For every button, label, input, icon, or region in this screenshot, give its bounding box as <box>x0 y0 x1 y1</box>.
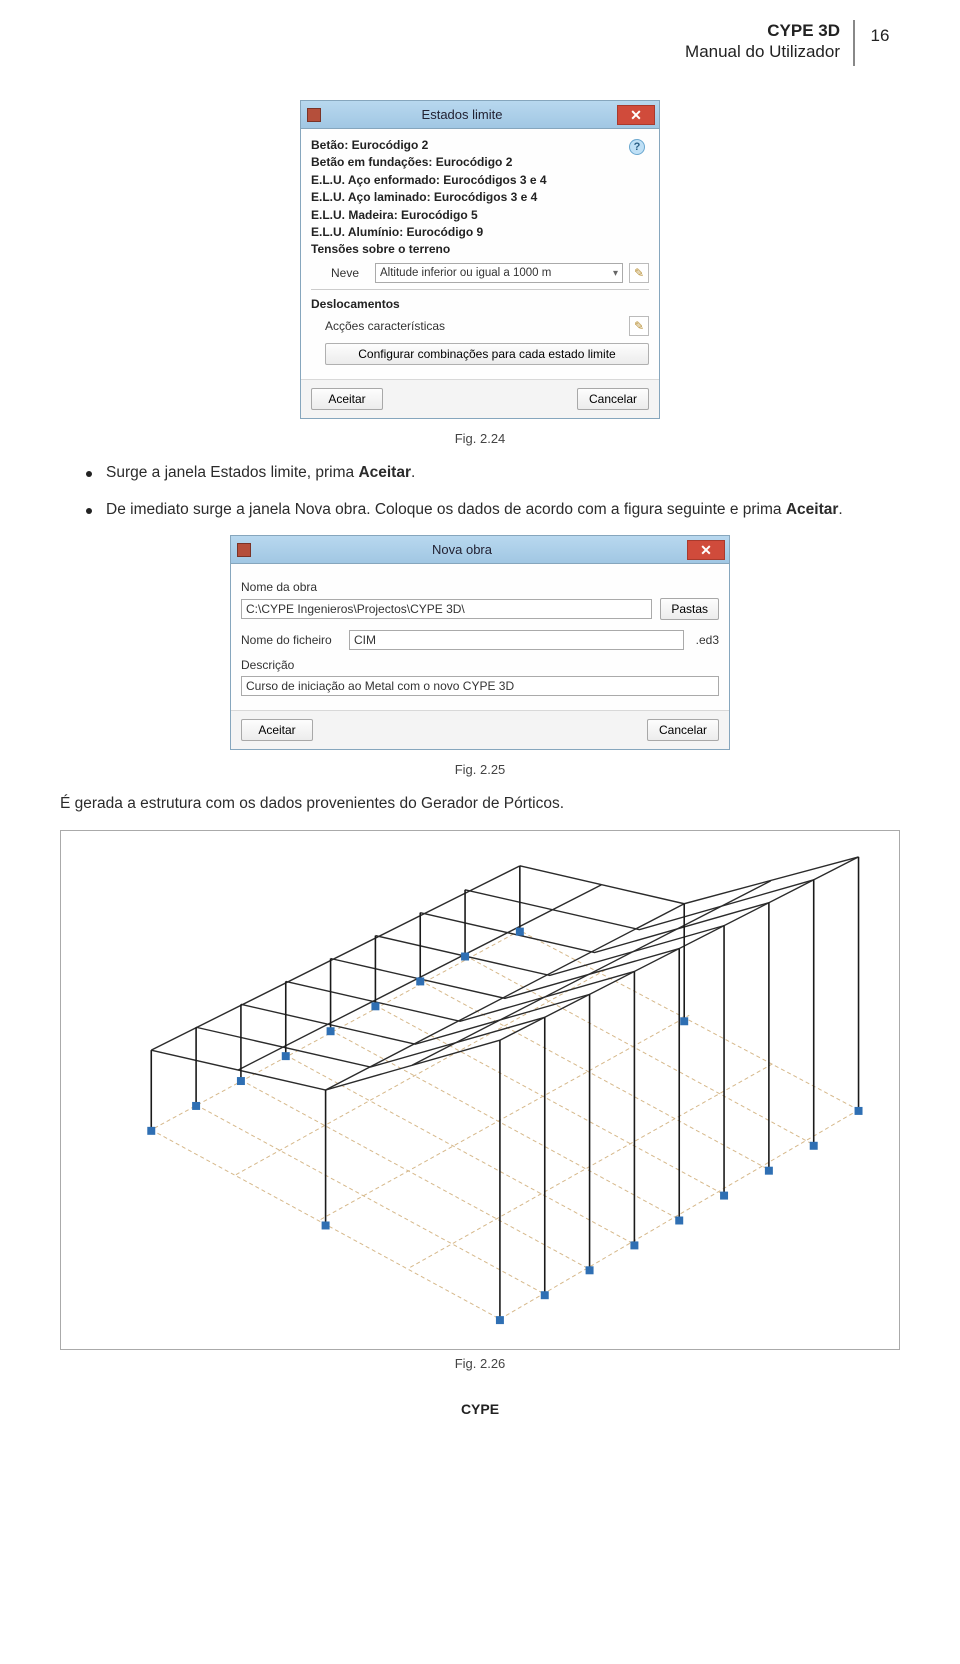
dialog-estados-limite: Estados limite ✕ ? Betão: Eurocódigo 2 B… <box>300 100 660 419</box>
line-aco-enf: E.L.U. Aço enformado: Eurocódigos 3 e 4 <box>311 172 649 189</box>
bullet-text: De imediato surge a janela Nova obra. Co… <box>106 499 843 521</box>
file-extension: .ed3 <box>696 633 719 647</box>
page-header: CYPE 3D Manual do Utilizador 16 <box>60 20 900 80</box>
titlebar: Estados limite ✕ <box>301 101 659 129</box>
accept-button[interactable]: Aceitar <box>311 388 383 410</box>
dialog-body: Nome da obra C:\CYPE Ingenieros\Projecto… <box>231 564 729 710</box>
dialog-button-row: Aceitar Cancelar <box>301 379 659 418</box>
bullet-icon <box>86 471 92 477</box>
paragraph: É gerada a estrutura com os dados proven… <box>60 793 900 815</box>
line-betao: Betão: Eurocódigo 2 <box>311 137 649 154</box>
pastas-button[interactable]: Pastas <box>660 598 719 620</box>
dialog-body: ? Betão: Eurocódigo 2 Betão em fundações… <box>301 129 659 379</box>
header-divider <box>853 20 855 66</box>
nome-ficheiro-input[interactable]: CIM <box>349 630 684 650</box>
bullet-icon <box>86 508 92 514</box>
neve-select[interactable]: Altitude inferior ou igual a 1000 m <box>375 263 623 283</box>
neve-row: Neve Altitude inferior ou igual a 1000 m… <box>331 263 649 283</box>
bullet-1: Surge a janela Estados limite, prima Ace… <box>86 462 900 484</box>
accoes-label: Acções características <box>325 319 445 333</box>
line-madeira: E.L.U. Madeira: Eurocódigo 5 <box>311 207 649 224</box>
titlebar: Nova obra ✕ <box>231 536 729 564</box>
close-icon[interactable]: ✕ <box>687 540 725 560</box>
nome-ficheiro-label: Nome do ficheiro <box>241 633 341 647</box>
bullet-text: Surge a janela Estados limite, prima Ace… <box>106 462 415 484</box>
edit-icon[interactable]: ✎ <box>629 263 649 283</box>
line-betao-fund: Betão em fundações: Eurocódigo 2 <box>311 154 649 171</box>
descricao-label: Descrição <box>241 658 719 672</box>
dialog-title: Estados limite <box>327 107 617 122</box>
config-combinations-button[interactable]: Configurar combinações para cada estado … <box>325 343 649 365</box>
app-icon <box>307 108 321 122</box>
line-tensoes: Tensões sobre o terreno <box>311 241 649 258</box>
divider <box>311 289 649 290</box>
neve-label: Neve <box>331 266 369 280</box>
nome-obra-row: C:\CYPE Ingenieros\Projectos\CYPE 3D\ Pa… <box>241 598 719 620</box>
line-aco-lam: E.L.U. Aço laminado: Eurocódigos 3 e 4 <box>311 189 649 206</box>
page-number: 16 <box>860 26 900 46</box>
dialog-title: Nova obra <box>257 542 687 557</box>
bullet-2: De imediato surge a janela Nova obra. Co… <box>86 499 900 521</box>
line-aluminio: E.L.U. Alumínio: Eurocódigo 9 <box>311 224 649 241</box>
deslocamentos-heading: Deslocamentos <box>311 296 649 313</box>
structure-illustration <box>60 830 900 1350</box>
cancel-button[interactable]: Cancelar <box>577 388 649 410</box>
cancel-button[interactable]: Cancelar <box>647 719 719 741</box>
figure-label-1: Fig. 2.24 <box>60 431 900 446</box>
dialog-button-row: Aceitar Cancelar <box>231 710 729 749</box>
nome-ficheiro-row: Nome do ficheiro CIM .ed3 <box>241 630 719 650</box>
header-title-1: CYPE 3D <box>685 20 840 41</box>
dialog-nova-obra: Nova obra ✕ Nome da obra C:\CYPE Ingenie… <box>230 535 730 750</box>
edit-icon[interactable]: ✎ <box>629 316 649 336</box>
close-icon[interactable]: ✕ <box>617 105 655 125</box>
app-icon <box>237 543 251 557</box>
header-title-2: Manual do Utilizador <box>685 41 840 62</box>
accoes-row: Acções características ✎ <box>325 316 649 336</box>
nome-obra-label: Nome da obra <box>241 580 719 594</box>
accept-button[interactable]: Aceitar <box>241 719 313 741</box>
footer: CYPE <box>60 1401 900 1417</box>
descricao-input[interactable]: Curso de iniciação ao Metal com o novo C… <box>241 676 719 696</box>
structure-svg <box>61 831 899 1349</box>
help-icon[interactable]: ? <box>629 139 645 155</box>
figure-label-3: Fig. 2.26 <box>60 1356 900 1371</box>
figure-label-2: Fig. 2.25 <box>60 762 900 777</box>
nome-obra-input[interactable]: C:\CYPE Ingenieros\Projectos\CYPE 3D\ <box>241 599 652 619</box>
header-titles: CYPE 3D Manual do Utilizador <box>685 20 840 63</box>
